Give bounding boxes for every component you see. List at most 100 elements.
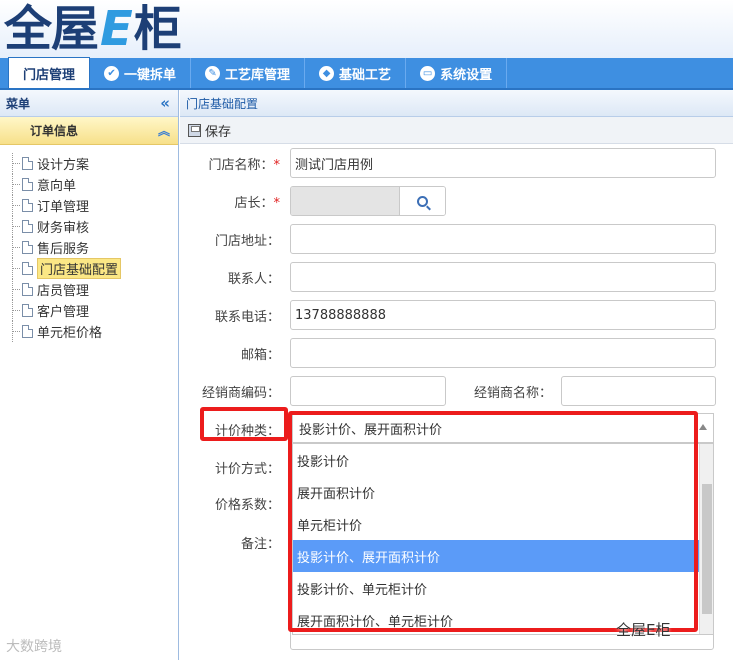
document-icon [22, 178, 33, 191]
remark-label: 备注： [240, 537, 280, 552]
check-circle-icon: ✔ [104, 65, 120, 81]
sidebar-item-staff-management[interactable]: 店员管理 [12, 279, 178, 300]
document-icon [22, 262, 33, 275]
save-button-label: 保存 [205, 124, 232, 140]
topmenu-system-settings[interactable]: ▭ 系统设置 [406, 58, 508, 88]
topmenu-basic-craft[interactable]: ◆ 基础工艺 [305, 58, 407, 88]
sidebar-item-label: 意向单 [37, 179, 77, 194]
store-name-label-text: 门店名称： [208, 158, 274, 173]
sidebar-item-unit-cabinet-price[interactable]: 单元柜价格 [12, 321, 178, 342]
app-header: 全屋 E 柜 [0, 0, 733, 58]
dropdown-option-selected[interactable]: 投影计价、展开面积计价 [293, 540, 713, 572]
topmenu-store-management[interactable]: 门店管理 [8, 57, 91, 88]
floppy-disk-icon [188, 123, 201, 137]
required-marker: * [273, 196, 281, 211]
sidebar-item-intent-order[interactable]: 意向单 [12, 174, 178, 195]
sidebar-group-label: 订单信息 [30, 124, 79, 138]
sidebar-group-order-info[interactable]: 订单信息 ︽ [0, 117, 178, 145]
topmenu-label: 一键拆单 [124, 67, 177, 83]
phone-input[interactable]: 13788888888 [290, 300, 716, 330]
sidebar-item-label: 设计方案 [37, 158, 90, 173]
document-icon [22, 157, 33, 170]
pricing-type-select[interactable]: 投影计价、展开面积计价 [292, 413, 714, 443]
monitor-circle-icon: ▭ [420, 65, 436, 81]
sidebar-item-label: 客户管理 [37, 305, 90, 320]
contact-input[interactable] [290, 262, 716, 292]
dropdown-option[interactable]: 展开面积计价 [293, 476, 713, 508]
topmenu-label: 系统设置 [440, 67, 493, 83]
sidebar-item-order-management[interactable]: 订单管理 [12, 195, 178, 216]
scrollbar-thumb[interactable] [702, 484, 712, 614]
dropdown-option[interactable]: 单元柜计价 [293, 508, 713, 540]
sidebar-item-design-plan[interactable]: 设计方案 [12, 153, 178, 174]
contact-label: 联系人： [227, 272, 280, 287]
pricing-type-value: 投影计价、展开面积计价 [299, 422, 443, 438]
dealer-code-label: 经销商编码： [201, 386, 280, 401]
required-marker: * [273, 158, 281, 173]
sidebar-item-label: 订单管理 [37, 200, 90, 215]
chevron-up-double-icon[interactable]: ︽ [158, 122, 170, 139]
logo-text-1: 全屋 [4, 1, 99, 57]
dropdown-option[interactable]: 投影计价、单元柜计价 [293, 572, 713, 604]
dropdown-scrollbar[interactable] [699, 444, 713, 634]
store-name-input[interactable]: 测试门店用例 [290, 148, 716, 178]
document-icon [22, 325, 33, 338]
address-label: 门店地址： [214, 234, 280, 249]
topmenu-craft-library[interactable]: ✎ 工艺库管理 [191, 58, 306, 88]
sidebar-item-after-sales[interactable]: 售后服务 [12, 237, 178, 258]
dealer-name-label: 经销商名称： [473, 386, 552, 401]
breadcrumb: 门店基础配置 [180, 90, 733, 117]
sidebar-item-label: 单元柜价格 [37, 326, 103, 341]
topmenu-label: 工艺库管理 [225, 67, 291, 83]
sidebar-item-label: 门店基础配置 [37, 258, 122, 279]
dropdown-option[interactable]: 投影计价 [293, 444, 713, 476]
pricing-method-label: 计价方式： [214, 462, 280, 477]
sidebar: 菜单 « 订单信息 ︽ 设计方案 意向单 订单管理 财务审核 售后服务 门店基础… [0, 90, 179, 660]
save-button[interactable]: 保存 [188, 121, 231, 140]
sidebar-title: 菜单 [6, 96, 31, 111]
dealer-name-input[interactable] [561, 376, 716, 406]
manager-label: 店长：* [180, 192, 280, 211]
edit-circle-icon: ✎ [205, 65, 221, 81]
logo-text-e: E [100, 1, 133, 57]
sidebar-item-store-config[interactable]: 门店基础配置 [12, 258, 178, 279]
sidebar-item-label: 售后服务 [37, 242, 90, 257]
email-label: 邮箱： [240, 348, 280, 363]
caret-up-icon[interactable] [699, 424, 707, 430]
topmenu-one-click-split[interactable]: ✔ 一键拆单 [90, 58, 192, 88]
logo-text-2: 柜 [133, 1, 182, 57]
tag-circle-icon: ◆ [319, 65, 335, 81]
topmenu-label: 基础工艺 [339, 67, 392, 83]
phone-label: 联系电话： [214, 310, 280, 325]
main-panel: 门店基础配置 保存 门店名称：* 测试门店用例 店长：* 门店地址： 联系人： … [180, 90, 733, 660]
manager-input[interactable] [291, 187, 399, 215]
pricing-type-dropdown: 投影计价 展开面积计价 单元柜计价 投影计价、展开面积计价 投影计价、单元柜计价… [292, 443, 714, 635]
pricing-type-label: 计价种类： [214, 424, 280, 439]
dealer-code-input[interactable] [290, 376, 446, 406]
document-icon [22, 283, 33, 296]
document-icon [22, 220, 33, 233]
sidebar-item-label: 店员管理 [37, 284, 90, 299]
manager-picker [290, 186, 446, 216]
manager-search-button[interactable] [399, 187, 445, 215]
sidebar-item-customer-management[interactable]: 客户管理 [12, 300, 178, 321]
sidebar-item-finance-review[interactable]: 财务审核 [12, 216, 178, 237]
sidebar-item-label: 财务审核 [37, 221, 90, 236]
toolbar: 保存 [180, 117, 733, 144]
document-icon [22, 241, 33, 254]
address-input[interactable] [290, 224, 716, 254]
app-logo: 全屋 E 柜 [4, 1, 182, 57]
top-menu-bar: 门店管理 ✔ 一键拆单 ✎ 工艺库管理 ◆ 基础工艺 ▭ 系统设置 [0, 57, 733, 90]
topmenu-label: 门店管理 [23, 67, 76, 83]
price-coefficient-label: 价格系数： [214, 498, 280, 513]
dropdown-option[interactable]: 展开面积计价、单元柜计价 [293, 604, 713, 634]
collapse-left-icon[interactable]: « [160, 94, 170, 112]
email-input[interactable] [290, 338, 716, 368]
sidebar-header: 菜单 « [0, 90, 178, 117]
store-name-label: 门店名称：* [180, 154, 280, 173]
sidebar-tree: 设计方案 意向单 订单管理 财务审核 售后服务 门店基础配置 店员管理 客户管理… [0, 145, 178, 342]
document-icon [22, 304, 33, 317]
breadcrumb-label: 门店基础配置 [186, 96, 259, 111]
manager-label-text: 店长： [234, 196, 274, 211]
search-icon [417, 195, 428, 207]
